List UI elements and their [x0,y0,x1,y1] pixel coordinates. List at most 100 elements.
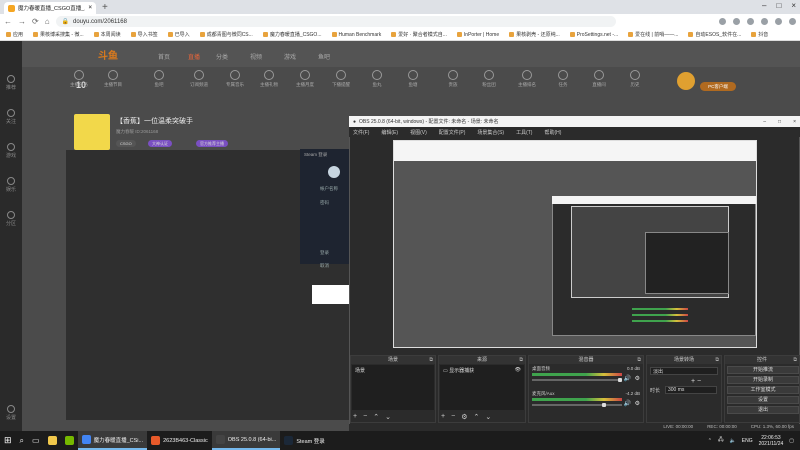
tag-pill[interactable]: CSGO [116,140,136,147]
task-view-button[interactable]: ▭ [28,431,44,450]
back-icon[interactable]: ← [4,17,12,26]
feature-item[interactable]: 订阅频道 [184,70,214,88]
minimize-icon[interactable]: – [762,1,766,10]
home-icon[interactable]: ⌂ [45,17,50,26]
nav-yuba[interactable]: 鱼吧 [318,52,330,61]
volume-slider[interactable] [532,403,622,407]
omnibox[interactable]: 🔒 douyu.com/2061168 [55,16,616,27]
menu-help[interactable]: 帮助(H) [544,129,561,136]
nav-video[interactable]: 视频 [250,52,262,61]
feature-item[interactable]: 主播排名 [512,70,542,88]
menu-edit[interactable]: 编辑(E) [381,129,398,136]
undock-icon[interactable]: ⧉ [793,356,797,364]
bookmark-item[interactable]: ProSettings.net -... [569,32,618,38]
left-nav-item[interactable]: 游戏 [4,143,18,159]
feature-item[interactable]: 粉丝团 [474,70,504,88]
maximize-icon[interactable]: □ [778,119,781,125]
feature-item[interactable]: 主播月度 [290,70,320,88]
feature-item[interactable]: 鱼丸 [362,70,392,88]
input-language[interactable]: ENG [742,438,753,444]
taskbar-item-obs[interactable]: OBS 25.0.8 (64-bi... [211,431,281,450]
taskbar-item-classic[interactable]: 2623B463-Classic [147,431,212,450]
bookmark-item[interactable]: 果核剥壳 - 还原纯... [509,31,560,38]
notification-icon[interactable]: ▢ [789,438,794,444]
bookmark-item[interactable]: 本周阅读 [93,31,121,38]
close-icon[interactable]: × [793,119,796,125]
feature-item[interactable]: 主播节目 [98,70,128,88]
menu-view[interactable]: 视图(V) [410,129,427,136]
transition-add-remove[interactable]: + − [691,378,701,385]
up-icon[interactable]: ⌃ [373,413,379,421]
volume-slider[interactable] [532,378,622,382]
nav-home[interactable]: 首页 [158,52,170,61]
maximize-icon[interactable]: □ [776,1,781,10]
bookmark-item[interactable]: 魔力春暖直播_CSGO... [262,31,322,38]
bookmark-item[interactable]: 已导入 [167,31,190,38]
down-icon[interactable]: ⌄ [485,413,491,421]
menu-file[interactable]: 文件(F) [353,129,369,136]
down-icon[interactable]: ⌄ [385,413,391,421]
feature-item[interactable]: 鱼塘 [398,70,428,88]
menu-icon[interactable] [789,18,796,25]
profile-icon[interactable] [775,18,782,25]
douyu-logo[interactable]: 斗鱼 [98,47,118,62]
search-button[interactable]: ⌕ [16,431,28,450]
reload-icon[interactable]: ⟳ [32,17,39,26]
feature-item[interactable]: 主播礼物 [254,70,284,88]
bookmark-item[interactable]: 果核博采搜集 - 微... [33,31,84,38]
tag-pill[interactable]: 大神认证 [148,140,172,147]
steam-login-button[interactable]: 登录 [320,250,329,256]
undock-icon[interactable]: ⧉ [637,356,641,364]
nav-category[interactable]: 分类 [216,52,228,61]
bookmark-item[interactable]: InPorter | Home [456,32,499,38]
nav-game[interactable]: 游戏 [284,52,296,61]
nav-live[interactable]: 直播 [188,52,200,61]
bookmark-item[interactable]: 成都青图与微同CS... [199,31,253,38]
taskbar-item-chrome[interactable]: 魔力春暖直播_CSi... [77,431,148,450]
close-window-icon[interactable]: × [791,1,796,10]
start-button[interactable]: ⊞ [0,431,16,450]
taskbar-item-steam[interactable]: Steam 登录 [280,431,328,450]
bookmark-item[interactable]: 导入书签 [130,31,158,38]
streamer-avatar[interactable] [74,114,110,150]
undock-icon[interactable]: ⧉ [429,356,433,364]
exit-button[interactable]: 退出 [727,406,799,414]
up-icon[interactable]: ⌃ [473,413,479,421]
nvidia-button[interactable] [61,431,78,450]
minimize-icon[interactable]: – [763,119,766,125]
file-explorer-button[interactable] [44,431,61,450]
left-nav-item[interactable]: 分区 [4,211,18,227]
volume-knob[interactable] [618,378,622,382]
tray-chevron-icon[interactable]: ⌃ [708,438,712,444]
left-nav-item[interactable]: 关注 [4,109,18,125]
scene-item[interactable]: 场景 [352,365,434,376]
studio-mode-button[interactable]: 工作室模式 [727,386,799,394]
speaker-icon[interactable]: 🔊 [624,375,631,382]
volume-knob[interactable] [602,403,606,407]
duration-input[interactable]: 300 ms [665,386,717,394]
close-tab-icon[interactable]: × [88,5,92,11]
add-icon[interactable]: + [353,413,357,421]
add-icon[interactable]: + [441,413,445,421]
bookmark-item[interactable]: Human Benchmark [331,32,381,38]
extension-icon[interactable] [719,18,726,25]
menu-tools[interactable]: 工具(T) [516,129,532,136]
gear-icon[interactable]: ⚙ [635,400,640,407]
menu-scene-collection[interactable]: 场景集合(S) [477,129,504,136]
left-nav-item[interactable]: 娱乐 [4,177,18,193]
undock-icon[interactable]: ⧉ [715,356,719,364]
bookmark-item[interactable]: 应用 [6,31,23,38]
feature-item[interactable]: 历史 [620,70,650,88]
forward-icon[interactable]: → [18,17,26,26]
clock[interactable]: 22:06:53 2021/11/24 [759,435,784,447]
menu-profile[interactable]: 配置文件(P) [439,129,466,136]
feature-item[interactable]: 任务 [548,70,578,88]
bookmark-item[interactable]: 抖音 [751,31,768,38]
network-icon[interactable]: 🖧 [718,437,724,445]
bookmark-item[interactable]: 爱好 · 聚合者模式自... [391,31,447,38]
start-recording-button[interactable]: 开始录制 [727,376,799,384]
feature-item[interactable]: 鱼吧 [144,70,174,88]
volume-icon[interactable]: 🔈 [730,438,736,444]
remove-icon[interactable]: − [363,413,367,421]
remove-icon[interactable]: − [451,413,455,421]
